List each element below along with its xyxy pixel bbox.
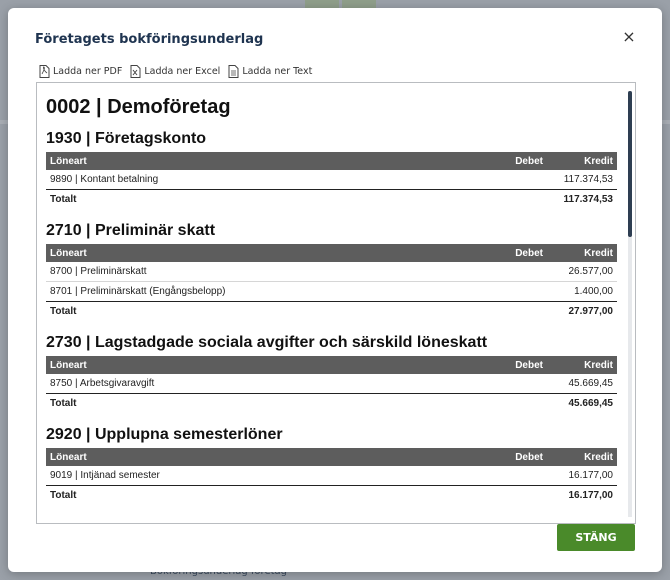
close-icon[interactable]: × — [620, 28, 638, 46]
total-row: Totalt 16.177,00 — [46, 485, 617, 505]
row-name: 8700 | Preliminärskatt — [46, 262, 479, 282]
account-heading: 2710 | Preliminär skatt — [46, 222, 216, 239]
column-header-kredit: Kredit — [547, 448, 617, 466]
table-header-row: Löneart Debet Kredit — [46, 448, 617, 466]
column-header-loneart: Löneart — [46, 448, 479, 466]
account-table: Löneart Debet Kredit 9890 | Kontant beta… — [46, 152, 617, 209]
download-excel-button[interactable]: Ladda ner Excel — [130, 63, 220, 79]
table-header-row: Löneart Debet Kredit — [46, 356, 617, 374]
column-header-kredit: Kredit — [547, 152, 617, 170]
row-debet — [479, 262, 547, 282]
table-row: 9890 | Kontant betalning 117.374,53 — [46, 170, 617, 190]
background-tab — [342, 0, 376, 8]
total-kredit: 117.374,53 — [547, 189, 617, 209]
row-debet — [479, 466, 547, 486]
table-row: 8701 | Preliminärskatt (Engångsbelopp) 1… — [46, 282, 617, 302]
total-kredit: 45.669,45 — [547, 393, 617, 413]
row-debet — [479, 170, 547, 190]
stang-button[interactable]: STÄNG — [557, 524, 635, 551]
total-kredit: 27.977,00 — [547, 301, 617, 321]
text-file-icon — [228, 64, 239, 78]
total-label: Totalt — [46, 301, 479, 321]
scrollbar-thumb[interactable] — [628, 91, 632, 237]
row-name: 8701 | Preliminärskatt (Engångsbelopp) — [50, 286, 226, 297]
column-header-loneart: Löneart — [46, 356, 479, 374]
row-name: 9019 | Intjänad semester — [50, 470, 160, 481]
bookkeeping-modal: Företagets bokföringsunderlag × Ladda ne… — [8, 8, 662, 572]
row-kredit: 45.669,45 — [568, 378, 614, 389]
report-content: 0002 | Demoföretag 1930 | Företagskonto … — [46, 83, 621, 505]
total-debet — [479, 189, 547, 209]
row-name: 8750 | Arbetsgivaravgift — [50, 378, 155, 389]
table-header-row: Löneart Debet Kredit — [46, 244, 617, 262]
company-heading: 0002 | Demoföretag — [46, 96, 231, 118]
table-row: 8750 | Arbetsgivaravgift 45.669,45 — [46, 374, 617, 394]
excel-file-icon — [130, 64, 141, 78]
row-debet — [479, 374, 547, 394]
download-pdf-label: Ladda ner PDF — [53, 65, 123, 77]
account-heading: 1930 | Företagskonto — [46, 130, 207, 147]
download-pdf-button[interactable]: Ladda ner PDF — [39, 63, 122, 79]
column-header-debet: Debet — [479, 356, 547, 374]
column-header-debet: Debet — [479, 244, 547, 262]
row-debet — [479, 282, 547, 302]
column-header-debet: Debet — [479, 448, 547, 466]
row-kredit: 26.577,00 — [547, 262, 617, 282]
total-row: Totalt 117.374,53 — [46, 189, 617, 209]
account-heading: 2920 | Upplupna semesterlöner — [46, 426, 283, 443]
total-label: Totalt — [46, 393, 479, 413]
account-heading: 2730 | Lagstadgade sociala avgifter och … — [46, 334, 488, 351]
download-toolbar: Ladda ner PDF Ladda ner Excel Ladda ner … — [39, 63, 312, 79]
row-kredit: 16.177,00 — [568, 470, 614, 481]
total-kredit: 16.177,00 — [547, 485, 617, 505]
download-text-label: Ladda ner Text — [242, 65, 313, 77]
table-row: 9019 | Intjänad semester 16.177,00 — [46, 466, 617, 486]
total-debet — [479, 393, 547, 413]
account-table: Löneart Debet Kredit 9019 | Intjänad sem… — [46, 448, 617, 505]
row-kredit: 117.374,53 — [563, 174, 613, 185]
total-row: Totalt 27.977,00 — [46, 301, 617, 321]
background-tab — [305, 0, 339, 8]
total-label: Totalt — [46, 485, 479, 505]
total-label: Totalt — [46, 189, 479, 209]
column-header-kredit: Kredit — [547, 244, 617, 262]
account-table: Löneart Debet Kredit 8700 | Preliminärsk… — [46, 244, 617, 321]
modal-title: Företagets bokföringsunderlag — [35, 32, 264, 47]
column-header-loneart: Löneart — [46, 152, 479, 170]
total-debet — [479, 485, 547, 505]
download-text-button[interactable]: Ladda ner Text — [228, 63, 312, 79]
row-kredit: 1.400,00 — [574, 286, 613, 297]
table-header-row: Löneart Debet Kredit — [46, 152, 617, 170]
column-header-debet: Debet — [479, 152, 547, 170]
report-viewer[interactable]: 0002 | Demoföretag 1930 | Företagskonto … — [36, 82, 636, 524]
total-debet — [479, 301, 547, 321]
table-row: 8700 | Preliminärskatt 26.577,00 — [46, 262, 617, 282]
column-header-loneart: Löneart — [46, 244, 479, 262]
row-name: 9890 | Kontant betalning — [50, 174, 159, 185]
pdf-file-icon — [39, 64, 50, 78]
account-table: Löneart Debet Kredit 8750 | Arbetsgivara… — [46, 356, 617, 413]
download-excel-label: Ladda ner Excel — [144, 65, 221, 77]
column-header-kredit: Kredit — [547, 356, 617, 374]
total-row: Totalt 45.669,45 — [46, 393, 617, 413]
